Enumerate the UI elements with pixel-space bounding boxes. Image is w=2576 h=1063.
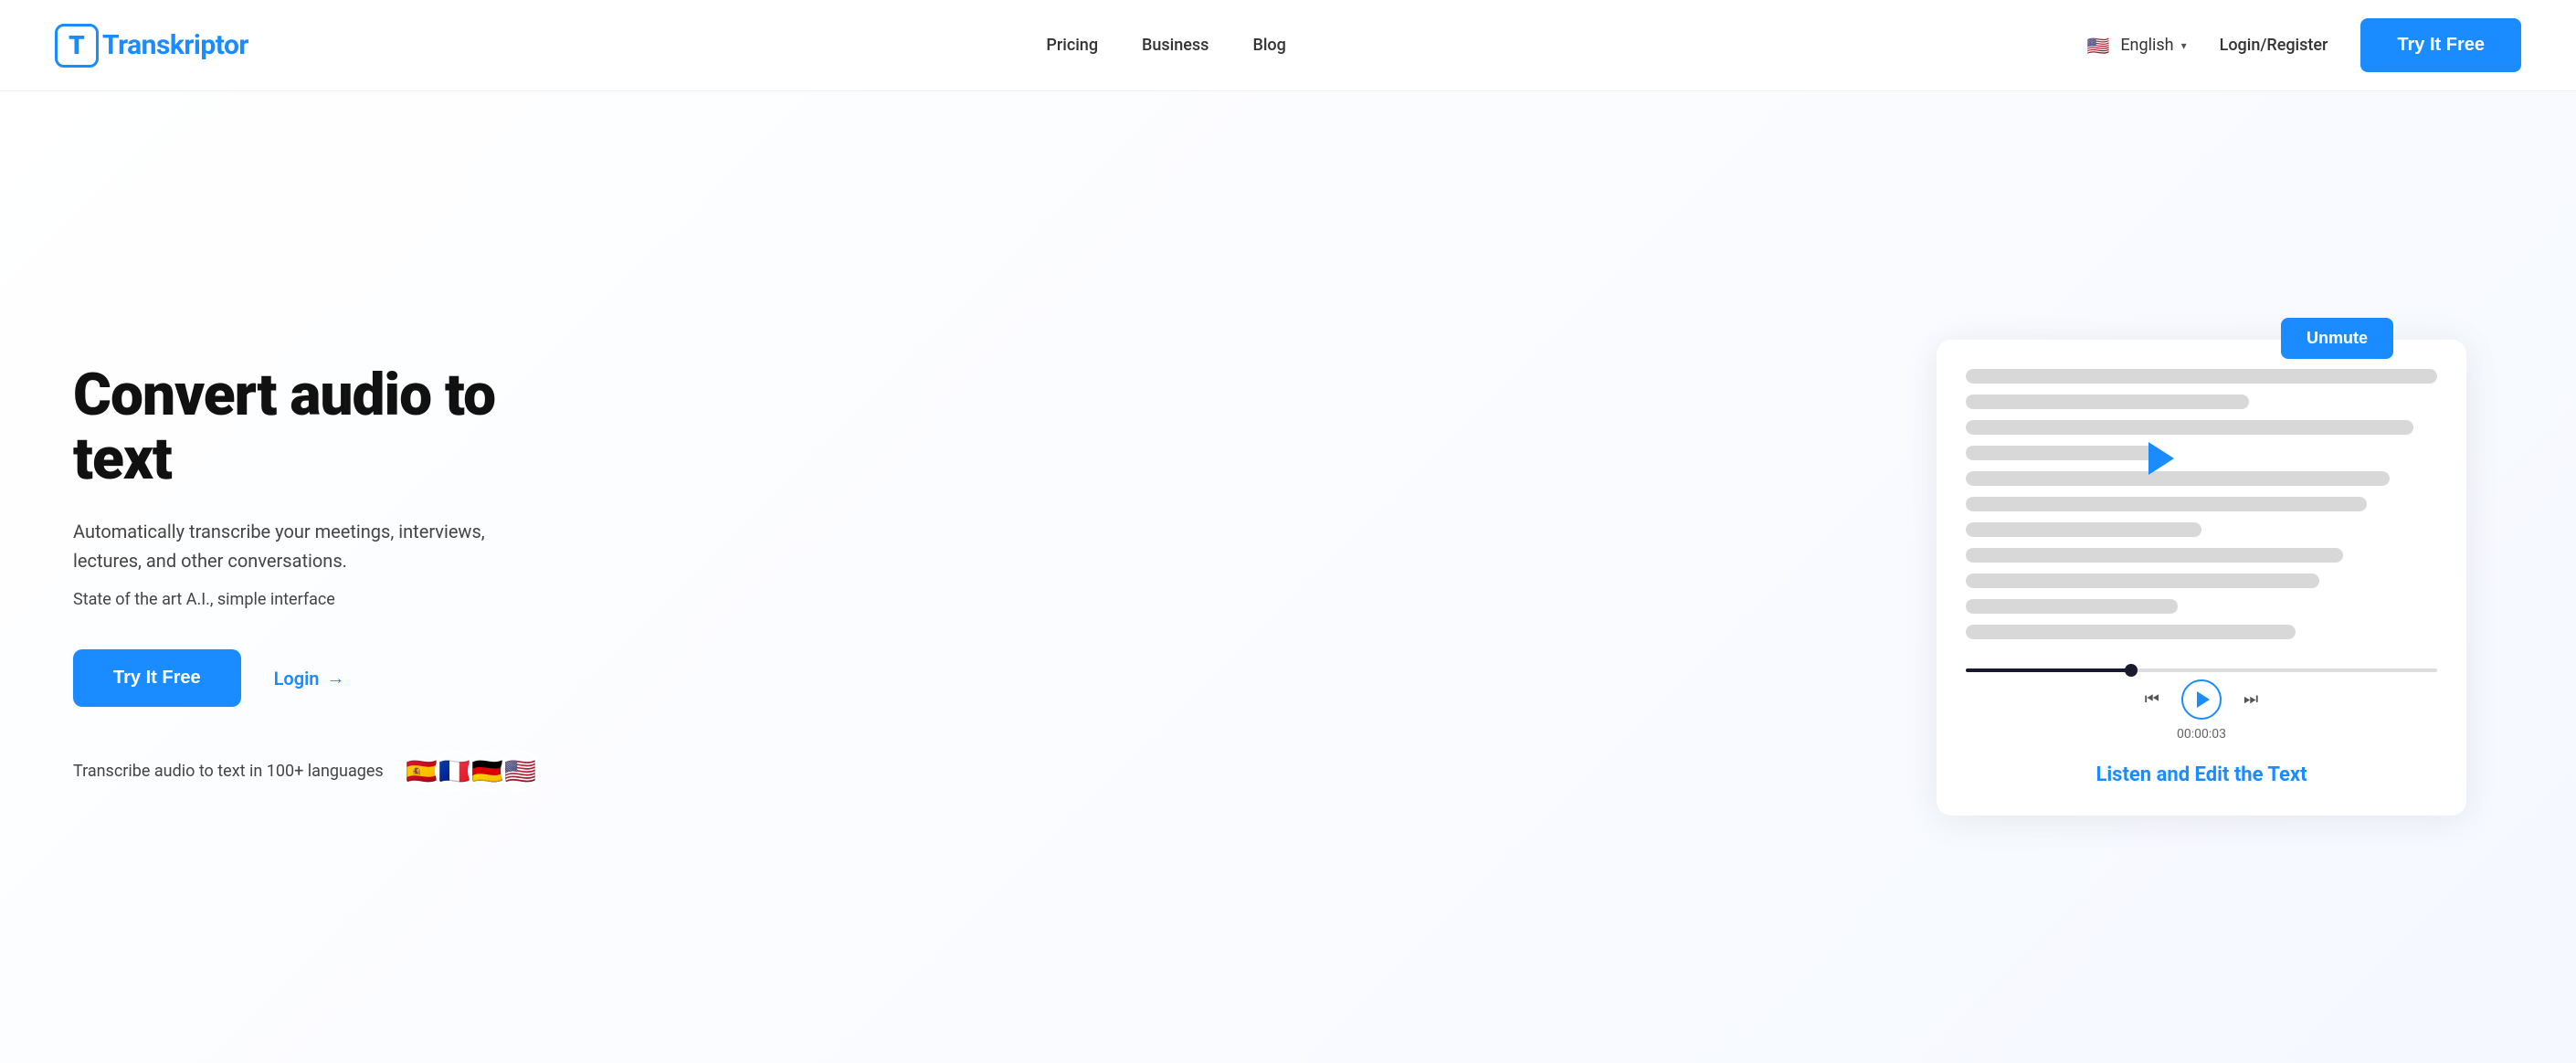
languages-text: Transcribe audio to text in 100+ languag…	[73, 762, 384, 781]
play-icon	[2197, 691, 2210, 708]
nav-link-pricing[interactable]: Pricing	[1046, 36, 1098, 55]
flag-english: 🇺🇸	[501, 751, 541, 791]
play-cursor	[2148, 442, 2174, 475]
progress-thumb	[2125, 664, 2138, 677]
text-line-1	[1966, 369, 2437, 384]
logo[interactable]: T Transkriptor	[55, 24, 248, 68]
logo-text: Transkriptor	[102, 29, 248, 61]
nav-link-blog[interactable]: Blog	[1252, 36, 1285, 55]
text-line-group-2	[1966, 395, 2437, 409]
text-line-11	[1966, 625, 2296, 639]
navbar: T Transkriptor Pricing Business Blog 🇺🇸 …	[0, 0, 2576, 91]
text-line-10a	[1966, 599, 2178, 614]
text-line-4a	[1966, 446, 2154, 460]
text-line-8	[1966, 548, 2343, 563]
hero-left: Convert audio to text Automatically tran…	[73, 363, 603, 792]
language-selector[interactable]: 🇺🇸 English ▾	[2084, 31, 2186, 60]
text-line-7a	[1966, 522, 2201, 537]
progress-bar-container	[1966, 668, 2437, 672]
text-lines	[1966, 369, 2437, 639]
hero-right: Unmute	[1882, 340, 2521, 816]
languages-row: Transcribe audio to text in 100+ languag…	[73, 751, 603, 791]
text-line-group-4	[1966, 446, 2437, 460]
logo-letter: T	[69, 33, 85, 58]
flag-group: 🇪🇸 🇫🇷 🇩🇪 🇺🇸	[402, 751, 541, 791]
audio-controls: ⏮ ⏭ 00:00:03	[1966, 668, 2437, 742]
text-line-6	[1966, 497, 2367, 511]
nav-links: Pricing Business Blog	[1046, 36, 1285, 55]
player-buttons: ⏮ ⏭	[2145, 679, 2258, 720]
text-line-2a	[1966, 395, 2249, 409]
time-display: 00:00:03	[2177, 727, 2226, 742]
flag-icon-us: 🇺🇸	[2084, 31, 2113, 60]
chevron-down-icon: ▾	[2181, 39, 2187, 52]
listen-edit-text: Listen and Edit the Text	[1966, 763, 2437, 786]
rewind-button[interactable]: ⏮	[2145, 689, 2159, 709]
hero-subtitle: Automatically transcribe your meetings, …	[73, 517, 548, 575]
login-register-link[interactable]: Login/Register	[2220, 36, 2328, 55]
text-line-group-7	[1966, 522, 2437, 537]
text-line-9	[1966, 574, 2319, 588]
text-line-group-10	[1966, 599, 2437, 614]
unmute-button[interactable]: Unmute	[2281, 318, 2393, 359]
login-hero-label: Login	[274, 668, 320, 689]
login-arrow-icon: →	[326, 667, 344, 689]
forward-button[interactable]: ⏭	[2243, 689, 2258, 709]
hero-tagline: State of the art A.I., simple interface	[73, 590, 603, 609]
try-it-free-hero-button[interactable]: Try It Free	[73, 649, 241, 707]
nav-link-business[interactable]: Business	[1142, 36, 1209, 55]
language-label: English	[2120, 36, 2173, 55]
progress-bar[interactable]	[1966, 668, 2437, 672]
progress-fill	[1966, 668, 2131, 672]
try-it-free-nav-button[interactable]: Try It Free	[2360, 18, 2521, 72]
nav-right: 🇺🇸 English ▾ Login/Register Try It Free	[2084, 18, 2521, 72]
player-card: Unmute	[1937, 340, 2466, 816]
hero-title: Convert audio to text	[73, 363, 603, 492]
text-line-5	[1966, 471, 2390, 486]
login-hero-link[interactable]: Login →	[274, 667, 345, 689]
hero-actions: Try It Free Login →	[73, 649, 603, 707]
play-button[interactable]	[2181, 679, 2222, 720]
logo-icon: T	[55, 24, 99, 68]
text-line-3	[1966, 420, 2413, 435]
hero-section: Convert audio to text Automatically tran…	[0, 91, 2576, 1063]
